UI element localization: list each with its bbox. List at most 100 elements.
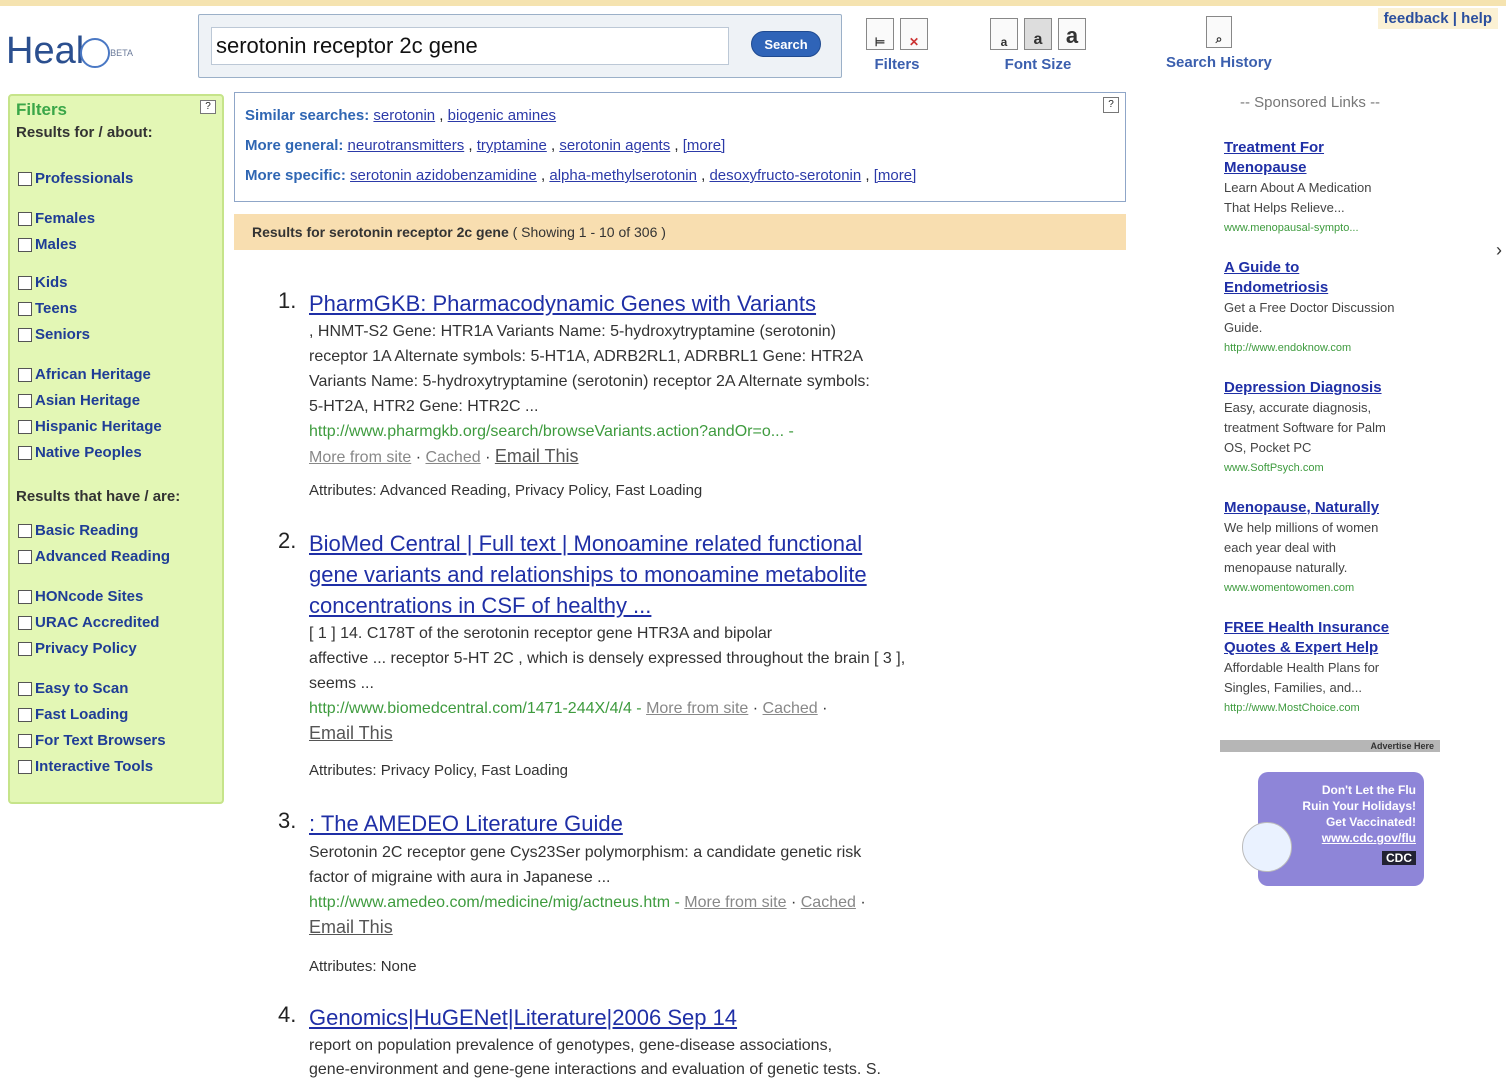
checkbox[interactable] xyxy=(18,445,32,460)
ad-title[interactable]: Quotes & Expert Help xyxy=(1224,638,1444,658)
email-this-link[interactable]: Email This xyxy=(309,917,393,937)
checkbox[interactable] xyxy=(18,759,32,774)
mouse-cursor-icon: › xyxy=(1496,240,1502,260)
more-link[interactable]: [more] xyxy=(683,137,726,154)
search-history-tool[interactable]: ⌕ Search History xyxy=(1166,16,1272,71)
filter-honcode[interactable]: HONcode Sites xyxy=(18,588,143,605)
checkbox[interactable] xyxy=(18,549,32,564)
ad-title[interactable]: A Guide to xyxy=(1224,258,1444,278)
filter-list-icon: ⊨ xyxy=(866,18,894,50)
filter-males[interactable]: Males xyxy=(18,236,77,253)
filters-tool[interactable]: ⊨ ✕ Filters xyxy=(866,18,928,73)
checkbox[interactable] xyxy=(18,419,32,434)
font-large-icon[interactable]: a xyxy=(1058,18,1086,50)
filter-label: Teens xyxy=(35,300,78,317)
related-link[interactable]: serotonin agents xyxy=(559,137,670,154)
sidebar-help-icon[interactable]: ? xyxy=(200,100,216,114)
more-from-site-link[interactable]: More from site xyxy=(646,700,748,717)
ad-title[interactable]: FREE Health Insurance xyxy=(1224,618,1444,638)
ad-title[interactable]: Menopause xyxy=(1224,158,1444,178)
checkbox[interactable] xyxy=(18,615,32,630)
checkbox[interactable] xyxy=(18,301,32,316)
filter-teens[interactable]: Teens xyxy=(18,300,77,317)
related-link[interactable]: serotonin xyxy=(373,107,435,124)
filter-text-browsers[interactable]: For Text Browsers xyxy=(18,732,166,749)
sponsored-ad[interactable]: Menopause, Naturally We help millions of… xyxy=(1224,498,1444,598)
ad-title[interactable]: Depression Diagnosis xyxy=(1224,378,1444,398)
filter-kids[interactable]: Kids xyxy=(18,274,68,291)
flu-banner-line: Ruin Your Holidays! xyxy=(1302,799,1416,813)
filter-seniors[interactable]: Seniors xyxy=(18,326,90,343)
checkbox[interactable] xyxy=(18,367,32,382)
cached-link[interactable]: Cached xyxy=(763,700,818,717)
font-medium-icon[interactable]: a xyxy=(1024,18,1052,50)
related-help-icon[interactable]: ? xyxy=(1103,97,1119,113)
checkbox[interactable] xyxy=(18,171,32,186)
ad-title[interactable]: Menopause, Naturally xyxy=(1224,498,1444,518)
result-snippet: report on population prevalence of genot… xyxy=(309,1034,881,1080)
result-title-link[interactable]: gene variants and relationships to monoa… xyxy=(309,559,867,590)
filter-professionals[interactable]: Professionals xyxy=(18,170,133,187)
font-small-icon[interactable]: a xyxy=(990,18,1018,50)
healia-logo[interactable]: Heal BETA xyxy=(6,30,133,73)
checkbox[interactable] xyxy=(18,681,32,696)
checkbox[interactable] xyxy=(18,523,32,538)
checkbox[interactable] xyxy=(18,393,32,408)
related-link[interactable]: biogenic amines xyxy=(448,107,556,124)
related-link[interactable]: alpha-methylserotonin xyxy=(549,167,697,184)
cached-link[interactable]: Cached xyxy=(801,894,856,911)
help-link[interactable]: help xyxy=(1461,10,1492,27)
snippet-line: Serotonin 2C receptor gene Cys23Ser poly… xyxy=(309,844,862,861)
filter-hispanic-heritage[interactable]: Hispanic Heritage xyxy=(18,418,162,435)
filter-fast-loading[interactable]: Fast Loading xyxy=(18,706,128,723)
cached-link[interactable]: Cached xyxy=(425,449,480,466)
result-title-link[interactable]: PharmGKB: Pharmacodynamic Genes with Var… xyxy=(309,288,816,319)
search-button[interactable]: Search xyxy=(751,31,821,57)
related-link[interactable]: neurotransmitters xyxy=(348,137,465,154)
filter-privacy-policy[interactable]: Privacy Policy xyxy=(18,640,137,657)
email-this-link[interactable]: Email This xyxy=(495,446,579,466)
sponsored-ad[interactable]: Treatment For Menopause Learn About A Me… xyxy=(1224,138,1444,238)
checkbox[interactable] xyxy=(18,237,32,252)
related-link[interactable]: desoxyfructo-serotonin xyxy=(709,167,861,184)
ad-title[interactable]: Treatment For xyxy=(1224,138,1444,158)
sponsored-ad[interactable]: A Guide to Endometriosis Get a Free Doct… xyxy=(1224,258,1444,358)
result-title-link[interactable]: BioMed Central | Full text | Monoamine r… xyxy=(309,528,862,559)
ad-title[interactable]: Endometriosis xyxy=(1224,278,1444,298)
filter-interactive-tools[interactable]: Interactive Tools xyxy=(18,758,153,775)
checkbox[interactable] xyxy=(18,707,32,722)
feedback-link[interactable]: feedback xyxy=(1384,10,1449,27)
email-this-link[interactable]: Email This xyxy=(309,723,393,743)
sponsored-ad[interactable]: FREE Health Insurance Quotes & Expert He… xyxy=(1224,618,1444,718)
filter-asian-heritage[interactable]: Asian Heritage xyxy=(18,392,140,409)
filter-females[interactable]: Females xyxy=(18,210,95,227)
more-from-site-link[interactable]: More from site xyxy=(309,449,411,466)
checkbox[interactable] xyxy=(18,327,32,342)
checkbox[interactable] xyxy=(18,589,32,604)
checkbox[interactable] xyxy=(18,733,32,748)
result-title-link[interactable]: concentrations in CSF of healthy ... xyxy=(309,590,651,621)
filter-african-heritage[interactable]: African Heritage xyxy=(18,366,151,383)
filter-native-peoples[interactable]: Native Peoples xyxy=(18,444,142,461)
result-title-link[interactable]: Genomics|HuGENet|Literature|2006 Sep 14 xyxy=(309,1002,737,1033)
snippet-line: affective ... receptor 5-HT 2C , which i… xyxy=(309,650,906,667)
checkbox[interactable] xyxy=(18,211,32,226)
filter-urac[interactable]: URAC Accredited xyxy=(18,614,159,631)
more-from-site-link[interactable]: More from site xyxy=(684,894,786,911)
checkbox[interactable] xyxy=(18,275,32,290)
ad-url: http://www.MostChoice.com xyxy=(1224,702,1360,714)
filter-basic-reading[interactable]: Basic Reading xyxy=(18,522,138,539)
search-input[interactable] xyxy=(211,27,729,65)
advertise-here-link[interactable]: Advertise Here xyxy=(1220,740,1440,752)
results-that-heading: Results that have / are: xyxy=(16,488,181,505)
filter-advanced-reading[interactable]: Advanced Reading xyxy=(18,548,170,565)
filters-tool-label: Filters xyxy=(874,56,920,73)
sponsored-ad[interactable]: Depression Diagnosis Easy, accurate diag… xyxy=(1224,378,1444,478)
filter-easy-to-scan[interactable]: Easy to Scan xyxy=(18,680,128,697)
related-link[interactable]: serotonin azidobenzamidine xyxy=(350,167,537,184)
more-link[interactable]: [more] xyxy=(874,167,917,184)
checkbox[interactable] xyxy=(18,641,32,656)
filter-label: Native Peoples xyxy=(35,444,142,461)
related-link[interactable]: tryptamine xyxy=(477,137,547,154)
result-title-link[interactable]: : The AMEDEO Literature Guide xyxy=(309,808,623,839)
